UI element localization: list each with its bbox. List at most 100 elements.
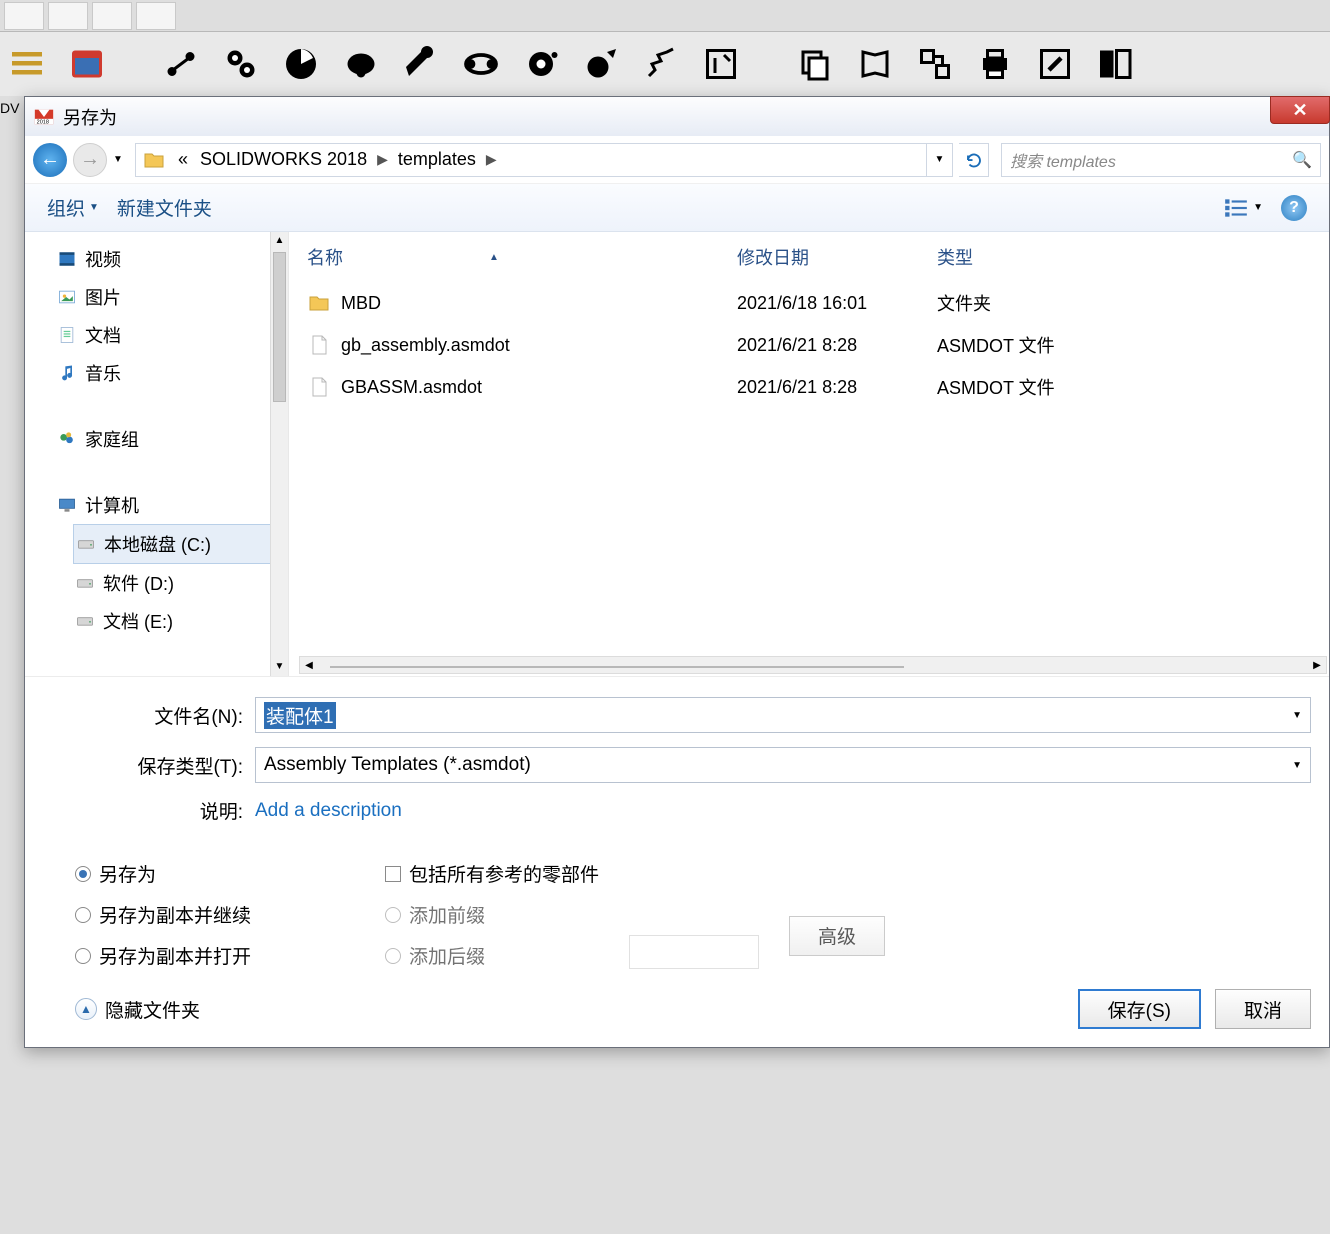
disk-icon <box>75 573 95 593</box>
list-h-scrollbar[interactable]: ◀ ▶ <box>299 656 1327 674</box>
organize-menu[interactable]: 组织▼ <box>47 194 99 221</box>
tree-node[interactable]: 音乐 <box>55 354 288 392</box>
book-icon[interactable] <box>852 41 898 87</box>
file-type: ASMDOT 文件 <box>937 332 1197 358</box>
tree-scrollbar[interactable]: ▲ ▼ <box>270 232 288 676</box>
breadcrumb-part[interactable]: templates <box>392 149 482 170</box>
refresh-button[interactable] <box>959 143 989 177</box>
toolbar-slot[interactable] <box>4 2 44 30</box>
spring-icon[interactable] <box>638 41 684 87</box>
new-folder-button[interactable]: 新建文件夹 <box>117 194 212 221</box>
view-mode-button[interactable]: ▼ <box>1223 197 1263 219</box>
tree-node[interactable]: 视频 <box>55 240 288 278</box>
list-row[interactable]: gb_assembly.asmdot2021/6/21 8:28ASMDOT 文… <box>289 324 1329 366</box>
save-mode-radio[interactable]: 另存为副本并继续 <box>75 901 355 928</box>
tree-label: 家庭组 <box>85 426 139 452</box>
explorer-toolbar: 组织▼ 新建文件夹 ▼ ? <box>25 184 1329 232</box>
thermometer-icon[interactable] <box>698 41 744 87</box>
sort-asc-icon[interactable]: ▲ <box>489 252 499 263</box>
sprocket-icon[interactable] <box>578 41 624 87</box>
search-input[interactable]: 搜索 templates 🔍 <box>1001 143 1321 177</box>
help-button[interactable]: ? <box>1281 195 1307 221</box>
tree-node[interactable]: 家庭组 <box>55 420 288 458</box>
file-name: GBASSM.asmdot <box>341 377 482 398</box>
save-mode-radio[interactable]: 另存为副本并打开 <box>75 942 355 969</box>
history-dropdown[interactable]: ▼ <box>113 154 129 165</box>
breadcrumb-part[interactable]: SOLIDWORKS 2018 <box>194 149 373 170</box>
filename-input[interactable]: 装配体1 ▼ <box>255 697 1311 733</box>
toolbar-slot[interactable] <box>48 2 88 30</box>
belt-icon[interactable] <box>458 41 504 87</box>
cancel-button[interactable]: 取消 <box>1215 989 1311 1029</box>
save-button[interactable]: 保存(S) <box>1078 989 1201 1029</box>
save-options: 另存为另存为副本并继续另存为副本并打开 包括所有参考的零部件 添加前缀 添加后缀… <box>25 852 1329 985</box>
save-mode-radio[interactable]: 另存为 <box>75 860 355 887</box>
copy-icon[interactable] <box>792 41 838 87</box>
description-label: 说明: <box>75 797 255 824</box>
dropdown-icon[interactable]: ▼ <box>1292 710 1302 721</box>
scroll-thumb[interactable] <box>330 666 904 668</box>
tree-label: 文档 (E:) <box>103 608 173 634</box>
col-date[interactable]: 修改日期 <box>737 244 937 270</box>
tree-node[interactable]: 软件 (D:) <box>73 564 288 602</box>
tree-label: 计算机 <box>85 492 139 518</box>
folder-tree[interactable]: 视频图片文档音乐家庭组计算机本地磁盘 (C:)软件 (D:) 文档 (E:) ▲ … <box>25 232 289 676</box>
close-button[interactable]: ✕ <box>1270 96 1330 124</box>
dropdown-icon[interactable]: ▼ <box>1292 760 1302 771</box>
add-prefix-radio: 添加前缀 <box>385 901 599 928</box>
tree-node[interactable]: 文档 <box>55 316 288 354</box>
savetype-select[interactable]: Assembly Templates (*.asmdot) ▼ <box>255 747 1311 783</box>
scroll-up-icon[interactable]: ▲ <box>271 232 288 250</box>
layout-icon[interactable] <box>1092 41 1138 87</box>
edit-icon[interactable] <box>1032 41 1078 87</box>
search-icon[interactable]: 🔍 <box>1292 150 1312 170</box>
toolbar-slot[interactable] <box>92 2 132 30</box>
list-row[interactable]: MBD2021/6/18 16:01文件夹 <box>289 282 1329 324</box>
hide-folders-toggle[interactable]: ▲ 隐藏文件夹 <box>75 996 200 1023</box>
calendar-icon[interactable] <box>64 41 110 87</box>
search-placeholder: 搜索 templates <box>1010 148 1116 172</box>
tree-node[interactable]: 图片 <box>55 278 288 316</box>
breadcrumb-lead: « <box>172 149 194 170</box>
breadcrumb-dropdown[interactable]: ▼ <box>926 144 952 176</box>
list-header[interactable]: 名称 ▲ 修改日期 类型 <box>289 232 1329 282</box>
folder-icon <box>307 291 331 315</box>
gears-icon[interactable] <box>218 41 264 87</box>
scroll-left-icon[interactable]: ◀ <box>300 660 318 671</box>
cam-icon[interactable] <box>338 41 384 87</box>
transfer-icon[interactable] <box>912 41 958 87</box>
file-type: ASMDOT 文件 <box>937 374 1197 400</box>
chevron-right-icon[interactable]: ▶ <box>373 151 392 168</box>
dialog-titlebar[interactable]: 2018 另存为 ✕ <box>25 96 1329 136</box>
description-link[interactable]: Add a description <box>255 800 402 822</box>
tree-node[interactable]: 计算机 <box>55 486 288 524</box>
breadcrumb-bar[interactable]: « SOLIDWORKS 2018 ▶ templates ▶ ▼ <box>135 143 953 177</box>
forward-button: → <box>73 143 107 177</box>
radio-icon <box>75 907 91 923</box>
toolbar-slot[interactable] <box>136 2 176 30</box>
wrench-icon[interactable] <box>398 41 444 87</box>
tree-node[interactable]: 文档 (E:) <box>73 602 288 640</box>
dialog-footer: ▲ 隐藏文件夹 保存(S) 取消 <box>25 985 1329 1047</box>
fan-icon[interactable] <box>278 41 324 87</box>
col-type[interactable]: 类型 <box>937 244 1197 270</box>
menu-icon[interactable] <box>4 41 50 87</box>
list-row[interactable]: GBASSM.asmdot2021/6/21 8:28ASMDOT 文件 <box>289 366 1329 408</box>
chevron-up-icon: ▲ <box>75 998 97 1020</box>
save-as-dialog: 2018 另存为 ✕ ← → ▼ « SOLIDWORKS 2018 ▶ tem… <box>24 96 1330 1048</box>
scroll-thumb[interactable] <box>273 252 286 402</box>
pulley-icon[interactable] <box>518 41 564 87</box>
file-list[interactable]: 名称 ▲ 修改日期 类型 MBD2021/6/18 16:01文件夹gb_asse… <box>289 232 1329 676</box>
file-type: 文件夹 <box>937 290 1197 316</box>
back-button[interactable]: ← <box>33 143 67 177</box>
col-name[interactable]: 名称 <box>307 244 343 270</box>
print-icon[interactable] <box>972 41 1018 87</box>
bolt-icon[interactable] <box>158 41 204 87</box>
scroll-down-icon[interactable]: ▼ <box>271 658 288 676</box>
chevron-right-icon[interactable]: ▶ <box>482 151 501 168</box>
file-name: MBD <box>341 293 381 314</box>
include-refs-checkbox[interactable]: 包括所有参考的零部件 <box>385 860 599 887</box>
tree-node[interactable]: 本地磁盘 (C:) <box>73 524 288 564</box>
scroll-right-icon[interactable]: ▶ <box>1308 660 1326 671</box>
file-date: 2021/6/21 8:28 <box>737 335 937 356</box>
